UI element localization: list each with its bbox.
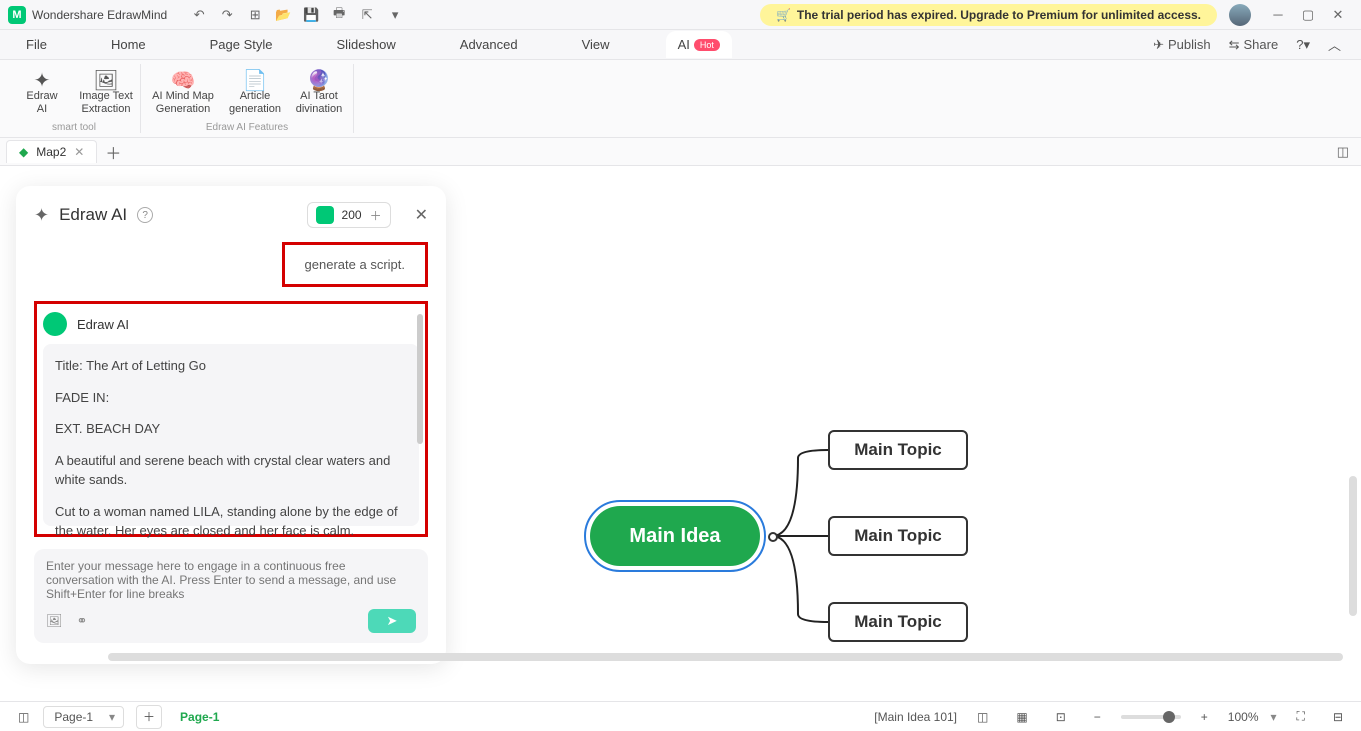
topic-node-1[interactable]: Main Topic xyxy=(828,430,968,470)
topic-node-3[interactable]: Main Topic xyxy=(828,602,968,642)
mindmap-tool-icon[interactable]: ⚭ xyxy=(77,613,88,629)
close-button[interactable]: ✕ xyxy=(1323,3,1353,27)
outline-button[interactable]: ◫ xyxy=(10,706,37,728)
ai-panel-icon: ✦ xyxy=(34,205,49,226)
open-icon[interactable]: 📂 xyxy=(275,7,291,23)
article-gen-button[interactable]: 📄Article generation xyxy=(225,64,285,116)
undo-icon[interactable]: ↶ xyxy=(191,7,207,23)
menu-view[interactable]: View xyxy=(574,33,618,56)
menu-advanced[interactable]: Advanced xyxy=(452,33,526,56)
zoom-in-button[interactable]: + xyxy=(1193,706,1216,728)
image-tool-icon[interactable]: 🖼 xyxy=(46,613,63,629)
menu-file[interactable]: File xyxy=(18,33,55,56)
selection-info: [Main Idea 101] xyxy=(874,710,957,724)
tarot-icon: 🔮 xyxy=(307,68,332,90)
zoom-dropdown-icon[interactable]: ▾ xyxy=(1271,710,1277,724)
mindmap-icon: 🧠 xyxy=(171,68,196,90)
ribbon-section-smart: smart tool xyxy=(52,122,96,133)
horizontal-scrollbar[interactable] xyxy=(108,653,1343,661)
redo-icon[interactable]: ↷ xyxy=(219,7,235,23)
ai-name: Edraw AI xyxy=(77,317,129,332)
zoom-out-button[interactable]: − xyxy=(1086,706,1109,728)
menu-ai-label: AI xyxy=(678,37,690,52)
tarot-button[interactable]: 🔮AI Tarot divination xyxy=(289,64,349,116)
help-button[interactable]: ?▾ xyxy=(1296,37,1310,53)
ai-avatar-icon xyxy=(43,312,67,336)
edraw-ai-icon: ✦ xyxy=(34,68,51,90)
ai-input-area: 🖼 ⚭ ➤ xyxy=(34,549,428,643)
article-icon: 📄 xyxy=(243,68,268,90)
minimize-button[interactable]: ─ xyxy=(1263,3,1293,27)
ai-scrollbar[interactable] xyxy=(417,314,423,444)
collapse-button[interactable]: ⊟ xyxy=(1325,706,1351,728)
image-text-icon: 🖼 xyxy=(93,68,118,90)
user-prompt-text: generate a script. xyxy=(305,257,405,272)
ai-help-icon[interactable]: ? xyxy=(137,207,153,223)
ai-token-count: 200 ＋ xyxy=(307,202,391,228)
ai-panel-close-button[interactable]: ✕ xyxy=(415,205,428,225)
menu-page-style[interactable]: Page Style xyxy=(202,33,281,56)
tab-label: Map2 xyxy=(36,145,66,159)
panel-toggle-icon[interactable]: ◫ xyxy=(1337,144,1349,160)
user-prompt-highlight: generate a script. xyxy=(282,242,428,287)
print-icon[interactable]: 🖶 xyxy=(331,7,347,23)
share-button[interactable]: ⇆Share xyxy=(1229,37,1279,53)
add-tab-button[interactable]: ＋ xyxy=(105,140,121,164)
add-page-button[interactable]: ＋ xyxy=(136,705,162,729)
mindmap-gen-button[interactable]: 🧠AI Mind Map Generation xyxy=(145,64,221,116)
app-logo: M xyxy=(8,6,26,24)
app-title: Wondershare EdrawMind xyxy=(32,8,167,22)
publish-icon: ✈ xyxy=(1153,37,1164,53)
add-tokens-button[interactable]: ＋ xyxy=(370,207,382,224)
save-icon[interactable]: 💾 xyxy=(303,7,319,23)
topic-node-2[interactable]: Main Topic xyxy=(828,516,968,556)
edraw-ai-panel: ✦ Edraw AI ? 200 ＋ ✕ generate a script. … xyxy=(16,186,446,664)
zoom-slider[interactable] xyxy=(1121,715,1181,719)
user-avatar[interactable] xyxy=(1229,4,1251,26)
collapse-ribbon-button[interactable]: ︿ xyxy=(1328,35,1341,54)
ribbon-section-features: Edraw AI Features xyxy=(206,122,288,133)
trial-text: The trial period has expired. Upgrade to… xyxy=(797,8,1201,22)
view-mode-2-icon[interactable]: ▦ xyxy=(1008,706,1035,728)
ai-bot-icon xyxy=(316,206,334,224)
doc-icon: ◆ xyxy=(19,145,28,159)
view-mode-3-icon[interactable]: ⊡ xyxy=(1048,706,1074,728)
edraw-ai-button[interactable]: ✦Edraw AI xyxy=(12,64,72,116)
doc-tab-map2[interactable]: ◆ Map2 ✕ xyxy=(6,140,97,163)
page-selector[interactable]: Page-1 xyxy=(43,706,124,728)
menu-ai[interactable]: AI Hot xyxy=(666,31,732,58)
share-icon: ⇆ xyxy=(1229,37,1240,53)
cart-icon: 🛒 xyxy=(776,8,791,22)
hot-badge: Hot xyxy=(694,39,720,51)
ai-panel-title: Edraw AI xyxy=(59,205,127,225)
new-icon[interactable]: ⊞ xyxy=(247,7,263,23)
ai-message-input[interactable] xyxy=(46,559,416,599)
send-button[interactable]: ➤ xyxy=(368,609,416,633)
vertical-scrollbar[interactable] xyxy=(1349,476,1357,616)
maximize-button[interactable]: ▢ xyxy=(1293,3,1323,27)
dropdown-icon[interactable]: ▾ xyxy=(387,7,403,23)
image-text-button[interactable]: 🖼Image Text Extraction xyxy=(76,64,136,116)
menu-home[interactable]: Home xyxy=(103,33,154,56)
current-page-label: Page-1 xyxy=(180,710,219,724)
menu-slideshow[interactable]: Slideshow xyxy=(329,33,404,56)
view-mode-1-icon[interactable]: ◫ xyxy=(969,706,996,728)
zoom-level: 100% xyxy=(1228,710,1259,724)
node-handle-icon[interactable] xyxy=(768,532,778,542)
tab-close-button[interactable]: ✕ xyxy=(74,145,84,159)
trial-banner[interactable]: 🛒 The trial period has expired. Upgrade … xyxy=(760,4,1217,26)
ai-reply-highlight: Edraw AI Title: The Art of Letting Go FA… xyxy=(34,301,428,537)
publish-button[interactable]: ✈Publish xyxy=(1153,37,1211,53)
main-idea-node[interactable]: Main Idea xyxy=(590,506,760,566)
fullscreen-button[interactable]: ⛶ xyxy=(1289,705,1313,728)
export-icon[interactable]: ⇱ xyxy=(359,7,375,23)
ai-message: Title: The Art of Letting Go FADE IN: EX… xyxy=(43,344,419,526)
